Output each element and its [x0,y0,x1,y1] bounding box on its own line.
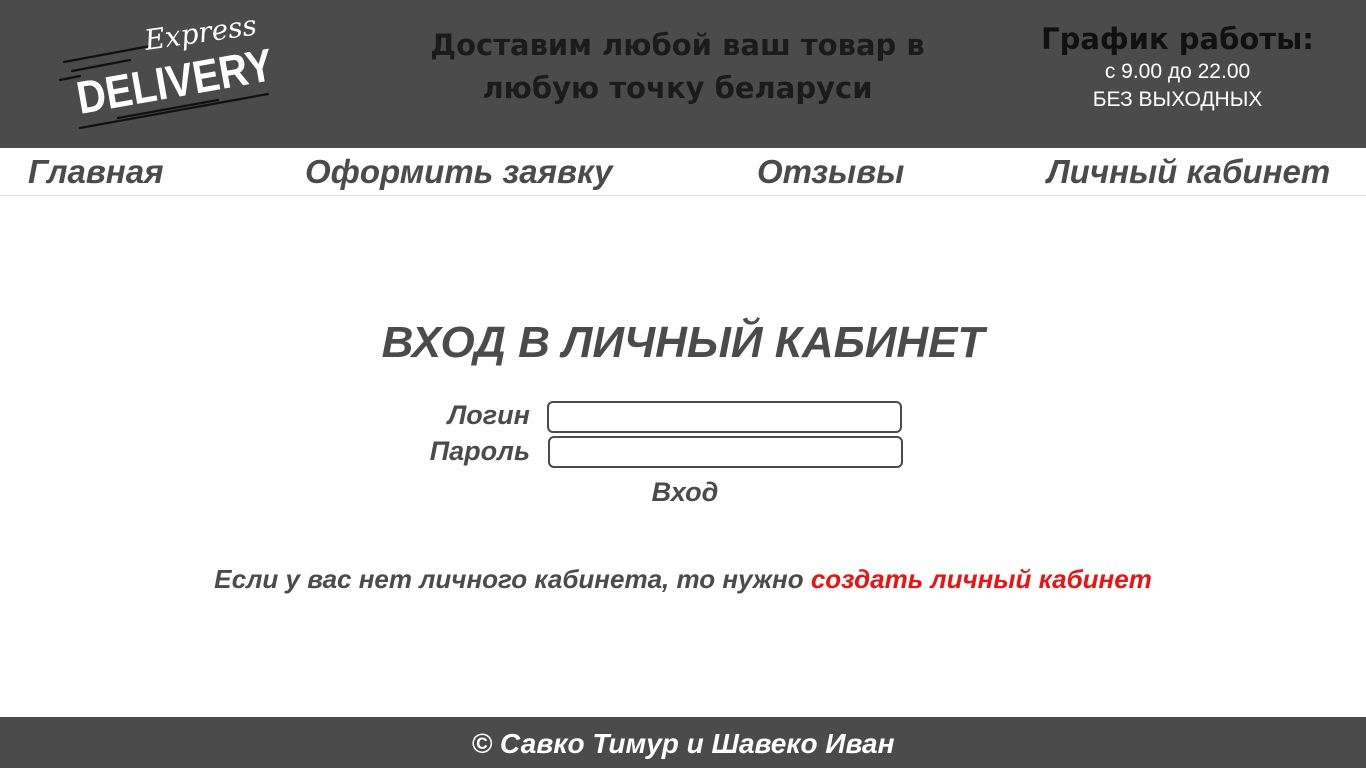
create-account-link[interactable]: создать личный кабинет [811,564,1152,594]
nav-item-order[interactable]: Оформить заявку [305,150,612,194]
logo-graphic: Express DELIVERY [58,9,277,130]
site-header: Express DELIVERY Доставим любой ваш това… [0,0,1366,148]
header-tagline: Доставим любой ваш товар в любую точку б… [410,24,945,110]
schedule-hours: с 9.00 до 22.00 [1104,60,1251,83]
nav-item-reviews[interactable]: Отзывы [757,150,904,194]
nav-item-personal-cabinet[interactable]: Личный кабинет [1047,150,1330,194]
login-input[interactable] [547,401,902,433]
tagline-line-2: любую точку беларуси [482,71,873,105]
login-button[interactable]: Вход [620,475,750,509]
register-prompt-text: Если у вас нет личного кабинета, то нужн… [214,564,811,594]
password-input[interactable] [548,436,903,468]
work-schedule: График работы: с 9.00 до 22.00 БЕЗ ВЫХОД… [1030,20,1325,114]
tagline-line-1: Доставим любой ваш товар в [430,28,925,62]
site-footer: © Савко Тимур и Шавеко Иван [0,717,1366,768]
express-delivery-logo[interactable]: Express DELIVERY [58,8,288,136]
footer-copyright: © Савко Тимур и Шавеко Иван [471,728,895,759]
main-nav: Главная Оформить заявку Отзывы Личный ка… [0,148,1366,196]
login-label: Логин [447,400,530,430]
schedule-title: График работы: [1041,22,1314,56]
password-label: Пароль [429,436,530,466]
register-prompt: Если у вас нет личного кабинета, то нужн… [0,562,1366,596]
page-title: ВХОД В ЛИЧНЫЙ КАБИНЕТ [381,318,985,367]
schedule-days: БЕЗ ВЫХОДНЫХ [1092,88,1263,111]
nav-item-home[interactable]: Главная [28,150,164,194]
